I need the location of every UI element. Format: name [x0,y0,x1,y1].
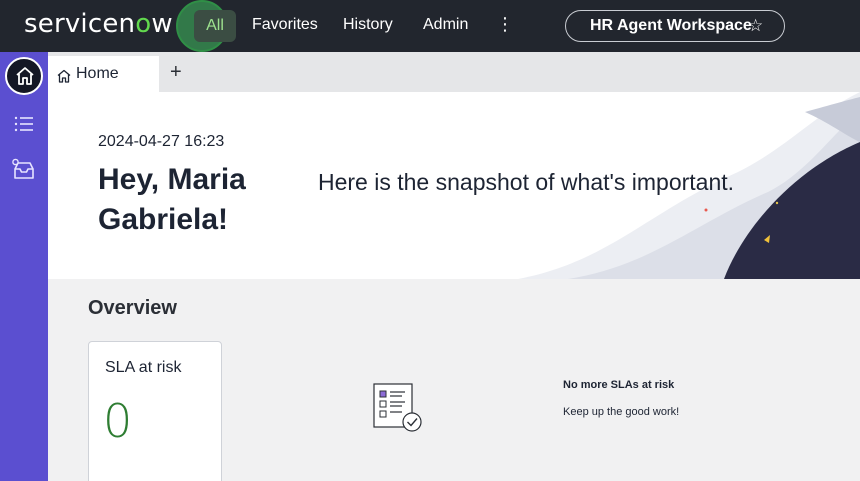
rail-list-button[interactable] [12,112,36,136]
sla-at-risk-card[interactable]: SLA at risk 0 [88,341,222,481]
banner-datetime: 2024-04-27 16:23 [98,133,225,150]
all-menu-button[interactable]: All [194,10,236,42]
welcome-banner: 2024-04-27 16:23 Hey, Maria Gabriela! He… [48,92,860,279]
servicenow-logo[interactable]: servicenow [24,9,173,39]
add-tab-button[interactable]: + [170,61,182,84]
more-menu-icon[interactable]: ⋮ [496,14,514,35]
banner-tagline: Here is the snapshot of what's important… [318,169,735,195]
tab-home-label: Home [76,65,119,82]
card-label: SLA at risk [105,359,182,376]
favorites-menu[interactable]: Favorites [252,16,318,34]
overview-title: Overview [88,297,177,319]
workspace-pill[interactable]: HR Agent Workspace ☆ [565,10,785,42]
admin-menu[interactable]: Admin [423,16,468,34]
empty-state-subtitle: Keep up the good work! [563,406,680,418]
left-rail [0,52,48,481]
logo-text-right: w [151,9,173,39]
history-menu[interactable]: History [343,16,393,34]
tab-bar: Home + [48,52,860,92]
top-navigation: servicenow All Favorites History Admin ⋮… [0,0,860,52]
checklist-icon [373,383,422,432]
logo-o: o [135,9,152,39]
banner-greeting: Hey, Maria Gabriela! [98,160,246,240]
star-icon[interactable]: ☆ [748,16,763,36]
card-value: 0 [103,394,133,448]
all-menu-label: All [206,17,224,34]
greeting-line-2: Gabriela! [98,203,229,236]
home-icon [57,69,71,83]
empty-state-title: No more SLAs at risk [563,379,675,391]
list-icon [14,116,33,132]
tab-home[interactable]: Home [48,56,159,92]
inbox-icon [12,158,34,179]
rail-home-button[interactable] [5,57,43,95]
home-icon [16,67,34,85]
logo-text-left: servicen [24,9,136,39]
greeting-line-1: Hey, Maria [98,163,246,196]
rail-inbox-button[interactable] [12,158,36,182]
workspace-label: HR Agent Workspace [590,17,752,34]
